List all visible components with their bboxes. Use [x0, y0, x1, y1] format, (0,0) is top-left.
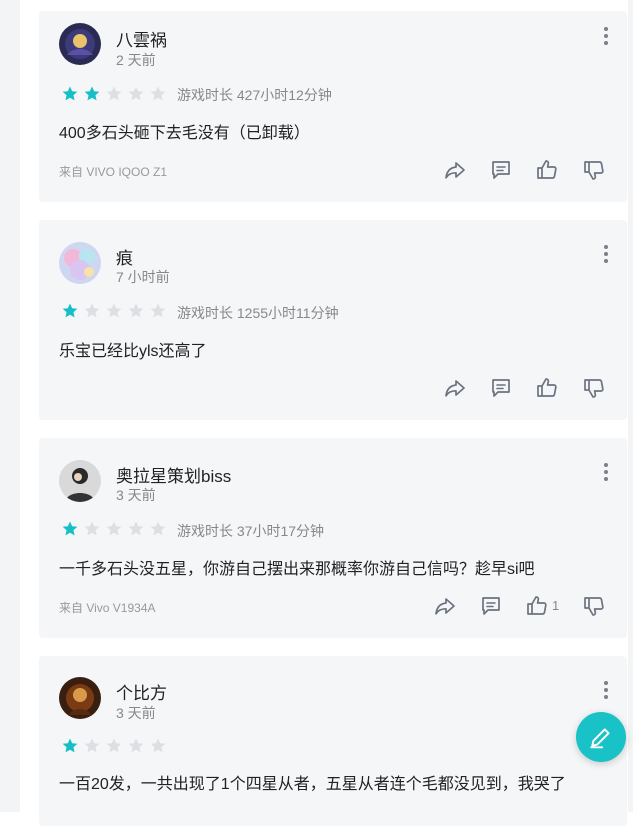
star-empty-icon [127, 85, 145, 103]
star-filled-icon [61, 302, 79, 320]
username[interactable]: 个比方 [116, 679, 167, 704]
star-empty-icon [127, 520, 145, 538]
review-card: 痕 7 小时前 游戏时长 1255小时11分钟 乐宝已经比yls还高了 [39, 220, 627, 420]
thumbs-down-icon[interactable] [582, 376, 606, 400]
more-vertical-icon[interactable] [601, 463, 611, 481]
post-time: 7 小时前 [116, 269, 170, 285]
star-empty-icon [149, 302, 167, 320]
star-empty-icon [105, 520, 123, 538]
thumbs-down-icon[interactable] [582, 594, 606, 618]
device-info: 来自 Vivo V1934A [59, 601, 156, 615]
post-time: 2 天前 [116, 52, 156, 68]
avatar[interactable] [59, 460, 101, 502]
star-empty-icon [83, 302, 101, 320]
star-empty-icon [83, 737, 101, 755]
rating-stars [61, 737, 167, 755]
thumbs-down-icon[interactable] [582, 158, 606, 182]
star-filled-icon [61, 737, 79, 755]
star-empty-icon [105, 302, 123, 320]
avatar[interactable] [59, 23, 101, 65]
star-empty-icon [149, 520, 167, 538]
review-content: 一百20发，一共出现了1个四星从者，五星从者连个毛都没见到，我哭了 [59, 776, 566, 793]
review-feed: 八雲祸 2 天前 游戏时长 427小时12分钟 400多石头砸下去毛没有（已卸载… [39, 0, 627, 826]
thumbs-up-icon[interactable] [525, 594, 549, 618]
avatar[interactable] [59, 242, 101, 284]
star-empty-icon [105, 85, 123, 103]
comment-icon[interactable] [489, 158, 513, 182]
share-icon[interactable] [443, 158, 467, 182]
review-content: 一千多石头没五星，你游自己摆出来那概率你游自己信吗？趁早si吧 [59, 561, 535, 578]
username[interactable]: 奥拉星策划biss [116, 462, 231, 487]
more-vertical-icon[interactable] [601, 27, 611, 45]
username[interactable]: 八雲祸 [116, 26, 167, 51]
review-card: 八雲祸 2 天前 游戏时长 427小时12分钟 400多石头砸下去毛没有（已卸载… [39, 11, 627, 202]
star-empty-icon [149, 737, 167, 755]
rating-stars [61, 302, 167, 320]
rating-stars [61, 85, 167, 103]
rating-stars [61, 520, 167, 538]
playtime: 游戏时长 37小时17分钟 [177, 523, 325, 539]
write-review-button[interactable] [576, 712, 626, 762]
left-gutter [0, 0, 20, 812]
post-time: 3 天前 [116, 487, 156, 503]
thumbs-up-icon[interactable] [535, 158, 559, 182]
more-vertical-icon[interactable] [601, 245, 611, 263]
comment-icon[interactable] [489, 376, 513, 400]
star-filled-icon [61, 85, 79, 103]
share-icon[interactable] [443, 376, 467, 400]
star-filled-icon [83, 85, 101, 103]
review-card: 奥拉星策划biss 3 天前 游戏时长 37小时17分钟 一千多石头没五星，你游… [39, 438, 627, 638]
comment-icon[interactable] [479, 594, 503, 618]
username[interactable]: 痕 [116, 244, 133, 269]
review-card: 个比方 3 天前 一百20发，一共出现了1个四星从者，五星从者连个毛都没见到，我… [39, 656, 627, 826]
playtime: 游戏时长 427小时12分钟 [177, 87, 332, 103]
edit-pen-icon [590, 728, 610, 749]
device-info: 来自 VIVO IQOO Z1 [59, 165, 168, 179]
star-empty-icon [127, 302, 145, 320]
like-count: 1 [552, 598, 560, 613]
star-empty-icon [149, 85, 167, 103]
post-time: 3 天前 [116, 705, 156, 721]
playtime: 游戏时长 1255小时11分钟 [177, 305, 339, 321]
right-gutter [628, 0, 633, 812]
review-content: 400多石头砸下去毛没有（已卸载） [59, 125, 310, 142]
star-empty-icon [105, 737, 123, 755]
avatar[interactable] [59, 677, 101, 719]
more-vertical-icon[interactable] [601, 681, 611, 699]
star-empty-icon [127, 737, 145, 755]
star-filled-icon [61, 520, 79, 538]
share-icon[interactable] [433, 594, 457, 618]
review-content: 乐宝已经比yls还高了 [59, 343, 207, 360]
thumbs-up-icon[interactable] [535, 376, 559, 400]
star-empty-icon [83, 520, 101, 538]
